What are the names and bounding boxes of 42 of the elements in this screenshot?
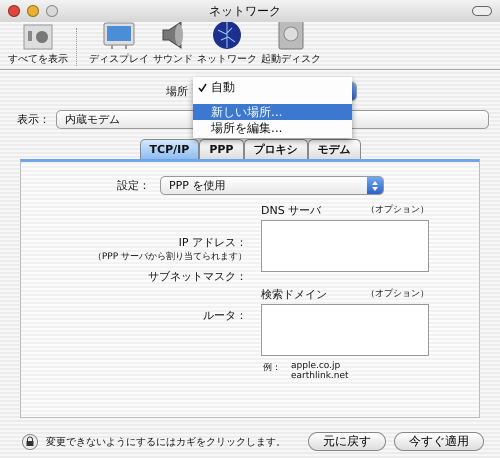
monitor-icon: [103, 22, 135, 50]
optional-label: （オプション）: [366, 203, 429, 217]
dns-server-field[interactable]: [261, 220, 429, 272]
lock-message: 変更できないようにするにはカギをクリックします。: [46, 436, 287, 448]
zoom-button[interactable]: [46, 5, 58, 17]
ip-address-label: IP アドレス：: [178, 235, 247, 250]
search-domain-field[interactable]: [261, 304, 429, 356]
dns-server-label: DNS サーバ: [261, 203, 322, 218]
globe-icon: [212, 20, 242, 50]
example-value: earthlink.net: [291, 371, 349, 381]
lock-icon[interactable]: [22, 434, 38, 450]
search-domain-label: 検索ドメイン: [261, 287, 327, 302]
toolbar-item[interactable]: 起動ディスク: [261, 52, 321, 66]
switch-panel-icon: [23, 24, 53, 50]
menu-item[interactable]: 場所を編集...: [193, 120, 352, 136]
menu-item[interactable]: 自動: [193, 79, 352, 95]
tab[interactable]: TCP/IP: [140, 139, 200, 159]
example-label: 例：: [263, 362, 281, 375]
window-title: ネットワーク: [208, 2, 282, 20]
toolbar-item[interactable]: すべてを表示: [8, 52, 68, 66]
config-popup[interactable]: PPP を使用: [160, 176, 384, 195]
tab[interactable]: モデム: [308, 139, 360, 159]
toolbar-item[interactable]: ディスプレイ: [89, 52, 149, 66]
minimize-button[interactable]: [27, 5, 39, 17]
subnet-mask-label: サブネットマスク：: [148, 269, 247, 284]
menu-item[interactable]: 新しい場所...: [193, 104, 352, 120]
tab[interactable]: PPP: [199, 139, 244, 159]
toolbar-item[interactable]: サウンド: [153, 52, 193, 66]
toolbar-toggle-button[interactable]: [472, 6, 492, 16]
show-label: 表示：: [17, 112, 50, 127]
location-label: 場所: [166, 84, 188, 98]
config-label: 設定：: [117, 178, 150, 193]
optional-label: （オプション）: [366, 287, 429, 301]
example-value: apple.co.jp: [291, 361, 342, 371]
tab[interactable]: プロキシ: [244, 139, 308, 159]
router-label: ルータ：: [203, 308, 247, 323]
ip-address-note: （PPP サーバから割り当てられます）: [92, 250, 247, 263]
updown-arrows-icon: [372, 180, 378, 190]
close-button[interactable]: [8, 5, 20, 17]
apply-button[interactable]: 今すぐ適用: [394, 432, 484, 451]
revert-button[interactable]: 元に戻す: [308, 432, 386, 451]
toolbar-item[interactable]: ネットワーク: [197, 52, 257, 66]
